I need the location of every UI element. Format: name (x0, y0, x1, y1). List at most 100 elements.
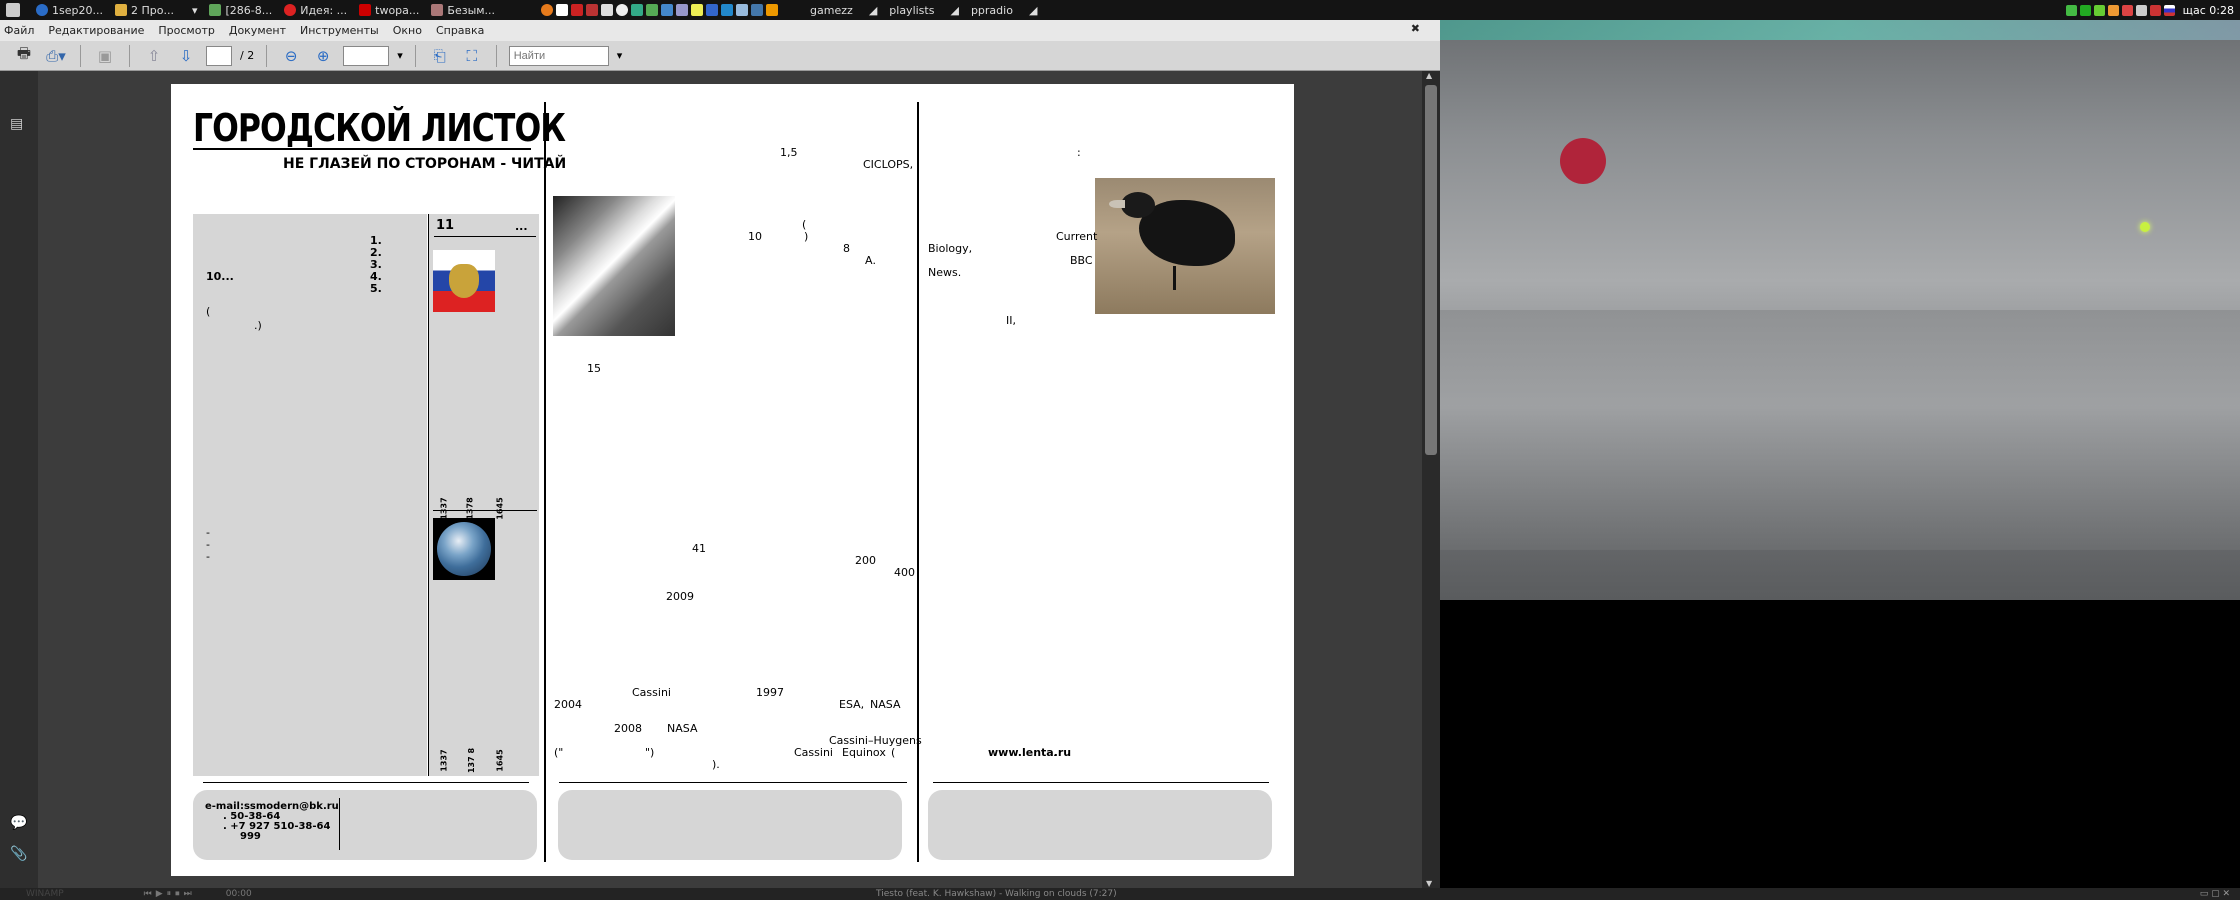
scroll-down-icon[interactable]: ▼ (1426, 879, 1432, 888)
share-button[interactable]: ⎙▾ (44, 45, 68, 67)
footer-box (558, 790, 902, 860)
task-idea[interactable]: Идея: ... (278, 1, 353, 19)
opera-icon (284, 4, 297, 16)
media-icon[interactable] (586, 4, 599, 16)
tray-icon[interactable] (2107, 4, 2119, 16)
clock-icon[interactable] (616, 4, 629, 16)
arrow-icon: ◢ (1028, 3, 1038, 17)
launcher-radio[interactable]: ррradio ◢ (965, 1, 1043, 19)
scroll-up-icon[interactable]: ▲ (1426, 71, 1432, 80)
document-icon (209, 4, 222, 16)
firefox-icon[interactable] (541, 4, 554, 16)
list-item: 5. (370, 282, 382, 295)
power-led-icon (2140, 222, 2150, 232)
app-icon[interactable] (736, 4, 749, 16)
menu-edit[interactable]: Редактирование (48, 24, 144, 37)
task-label: [286-8... (225, 3, 273, 17)
year: 1378 (465, 497, 475, 520)
task-folder[interactable]: 2 Про... ▾ (109, 1, 204, 19)
prev-page-button[interactable]: ⇧ (142, 45, 166, 67)
taskbar: 1sep20... 2 Про... ▾ [286-8... Идея: ... … (0, 0, 2240, 20)
zoom-out-button[interactable]: ⊖ (279, 45, 303, 67)
zoom-in-button[interactable]: ⊕ (311, 45, 335, 67)
pages-icon[interactable]: ▤ (10, 116, 28, 136)
launcher-label: gamezz (810, 3, 853, 17)
text-fragment: Current (1056, 230, 1098, 243)
winamp-title[interactable]: WINAMP (26, 889, 64, 899)
menu-document[interactable]: Документ (229, 24, 286, 37)
bird-legs (1173, 266, 1176, 290)
next-page-button[interactable]: ⇩ (174, 45, 198, 67)
fit-page-button[interactable]: ⎗ (428, 45, 452, 67)
dash: - (206, 550, 210, 563)
task-1sep[interactable]: 1sep20... (30, 1, 109, 19)
menu-view[interactable]: Просмотр (158, 24, 214, 37)
bird-beak (1109, 200, 1125, 208)
close-icon[interactable]: ✖ (1411, 22, 1420, 35)
camera-icon[interactable] (601, 4, 614, 16)
paren-close: .) (254, 319, 262, 332)
winamp-track: Tiesto (feat. K. Hawkshaw) - Walking on … (876, 889, 1117, 899)
launcher-playlists[interactable]: playlists ◢ (883, 1, 965, 19)
attachments-icon[interactable]: 📎 (10, 846, 28, 866)
player-controls[interactable]: ⏮▶⏸⏹⏭ (144, 889, 196, 899)
desktop-wallpaper (1440, 20, 2240, 600)
zoom-dropdown-icon[interactable]: ▾ (397, 49, 403, 62)
tray-icon[interactable] (2079, 4, 2091, 16)
print-button[interactable]: 🖶 (12, 44, 36, 67)
app-icon[interactable] (751, 4, 764, 16)
app-icon[interactable] (721, 4, 734, 16)
google-icon[interactable] (556, 4, 569, 16)
app-icon[interactable] (766, 4, 779, 16)
text-fragment: ( (891, 746, 896, 759)
separator (495, 44, 497, 67)
app-icon[interactable] (631, 4, 644, 16)
app-icon[interactable] (706, 4, 719, 16)
menu-tools[interactable]: Инструменты (300, 24, 379, 37)
fit-width-button[interactable]: ⛶ (460, 45, 484, 67)
task-twopa[interactable]: twopa... (353, 1, 425, 19)
zoom-input[interactable] (343, 45, 390, 66)
launcher-gamezz[interactable]: gamezz ◢ (804, 1, 883, 19)
search-input[interactable] (508, 45, 609, 66)
text-fragment: 15 (587, 362, 601, 375)
search-dropdown-icon[interactable]: ▾ (617, 49, 623, 62)
pdf-reader-window: Файл Редактирование Просмотр Документ Ин… (0, 20, 1440, 888)
opera-icon[interactable] (571, 4, 584, 16)
toolbar: 🖶 ⎙▾ ▣ ⇧ ⇩ / 2 ⊖ ⊕ ▾ ⎗ ⛶ ▾ (0, 41, 1440, 71)
tray-icon[interactable] (2121, 4, 2133, 16)
menu-help[interactable]: Справка (436, 24, 484, 37)
source-link[interactable]: www.lenta.ru (988, 746, 1071, 759)
vertical-scrollbar[interactable]: ▲ ▼ (1422, 71, 1440, 888)
tray-icon[interactable] (2135, 4, 2147, 16)
menu-window[interactable]: Окно (393, 24, 422, 37)
clock[interactable]: щас 0:28 (2183, 4, 2234, 17)
paren-open: ( (206, 305, 211, 318)
paint-icon (431, 4, 444, 16)
text-fragment: (" (554, 746, 564, 759)
app-icon[interactable] (661, 4, 674, 16)
chevron-down-icon[interactable]: ▾ (192, 4, 198, 17)
page-number-input[interactable] (206, 45, 232, 66)
eagle-icon (449, 264, 479, 298)
window-controls-icon[interactable]: ▭ ▢ ✕ (2200, 889, 2230, 899)
task-untitled[interactable]: Безым... (425, 1, 501, 19)
task-286[interactable]: [286-8... (203, 1, 278, 19)
comments-icon[interactable]: 💬 (10, 815, 28, 835)
app-icon[interactable] (676, 4, 689, 16)
launcher-label: playlists (889, 3, 935, 17)
tray-icon[interactable] (2065, 4, 2077, 16)
task-label: twopa... (375, 3, 420, 17)
attach-button[interactable]: ▣ (93, 45, 117, 67)
russian-coat-of-arms-image (433, 250, 495, 312)
start-button[interactable] (0, 1, 30, 19)
app-icon[interactable] (646, 4, 659, 16)
folder-icon (114, 4, 127, 16)
scroll-thumb[interactable] (1425, 85, 1437, 455)
flag-icon[interactable] (2163, 4, 2175, 16)
menu-file[interactable]: Файл (4, 24, 34, 37)
separator (80, 44, 81, 67)
tray-icon[interactable] (2149, 4, 2161, 16)
app-icon[interactable] (691, 4, 704, 16)
tray-icon[interactable] (2093, 4, 2105, 16)
